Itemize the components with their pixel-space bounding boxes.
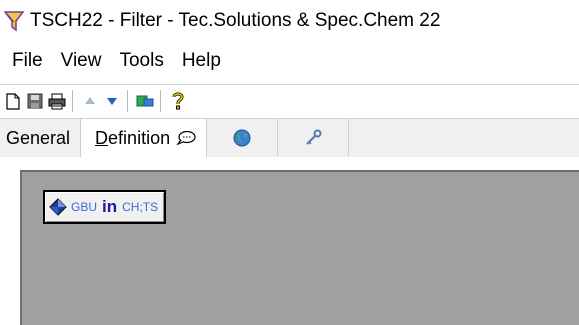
move-down-button[interactable] [102,90,121,112]
move-up-button[interactable] [80,90,99,112]
toolbar-separator [127,90,128,112]
menu-view[interactable]: View [49,50,108,72]
menu-bar: File View Tools Help [0,46,227,76]
tab-bar-filler [349,119,579,157]
tab-key[interactable] [278,119,350,157]
key-icon [306,129,322,145]
save-icon [27,93,42,109]
export-button[interactable] [135,90,154,112]
export-icon [136,95,153,107]
filter-value-list: CH;TS [122,200,159,214]
speech-bubble-icon [176,130,196,146]
globe-icon [233,129,251,147]
toolbar [0,84,579,117]
arrow-up-icon [84,97,95,104]
print-button[interactable] [47,90,66,112]
tab-bar: General Definition [0,118,579,157]
toolbar-separator [72,90,73,112]
filter-funnel-icon [4,11,24,32]
arrow-down-icon [106,98,117,105]
print-icon [48,93,65,109]
diamond-node-icon [49,198,67,216]
filter-condition-node[interactable]: GBU in CH;TS [43,190,167,224]
menu-tools[interactable]: Tools [107,50,169,72]
filter-operator: in [102,197,118,216]
tab-general-label: General [6,127,71,148]
new-file-button[interactable] [3,90,22,112]
toolbar-separator [160,90,161,112]
help-icon [172,92,184,110]
filter-definition-area: GBU in CH;TS [20,170,579,325]
title-bar: TSCH22 - Filter - Tec.Solutions & Spec.C… [0,0,579,42]
new-file-icon [5,92,20,110]
help-button[interactable] [168,90,187,112]
tab-definition-label: Definition [95,127,171,148]
tab-general[interactable]: General [0,119,82,157]
tab-globe[interactable] [207,119,279,157]
tab-definition[interactable]: Definition [81,119,208,157]
menu-help[interactable]: Help [170,50,227,72]
window-title: TSCH22 - Filter - Tec.Solutions & Spec.C… [30,10,441,31]
filter-field-code: GBU [71,200,98,214]
menu-file[interactable]: File [0,50,49,72]
save-button[interactable] [25,90,44,112]
